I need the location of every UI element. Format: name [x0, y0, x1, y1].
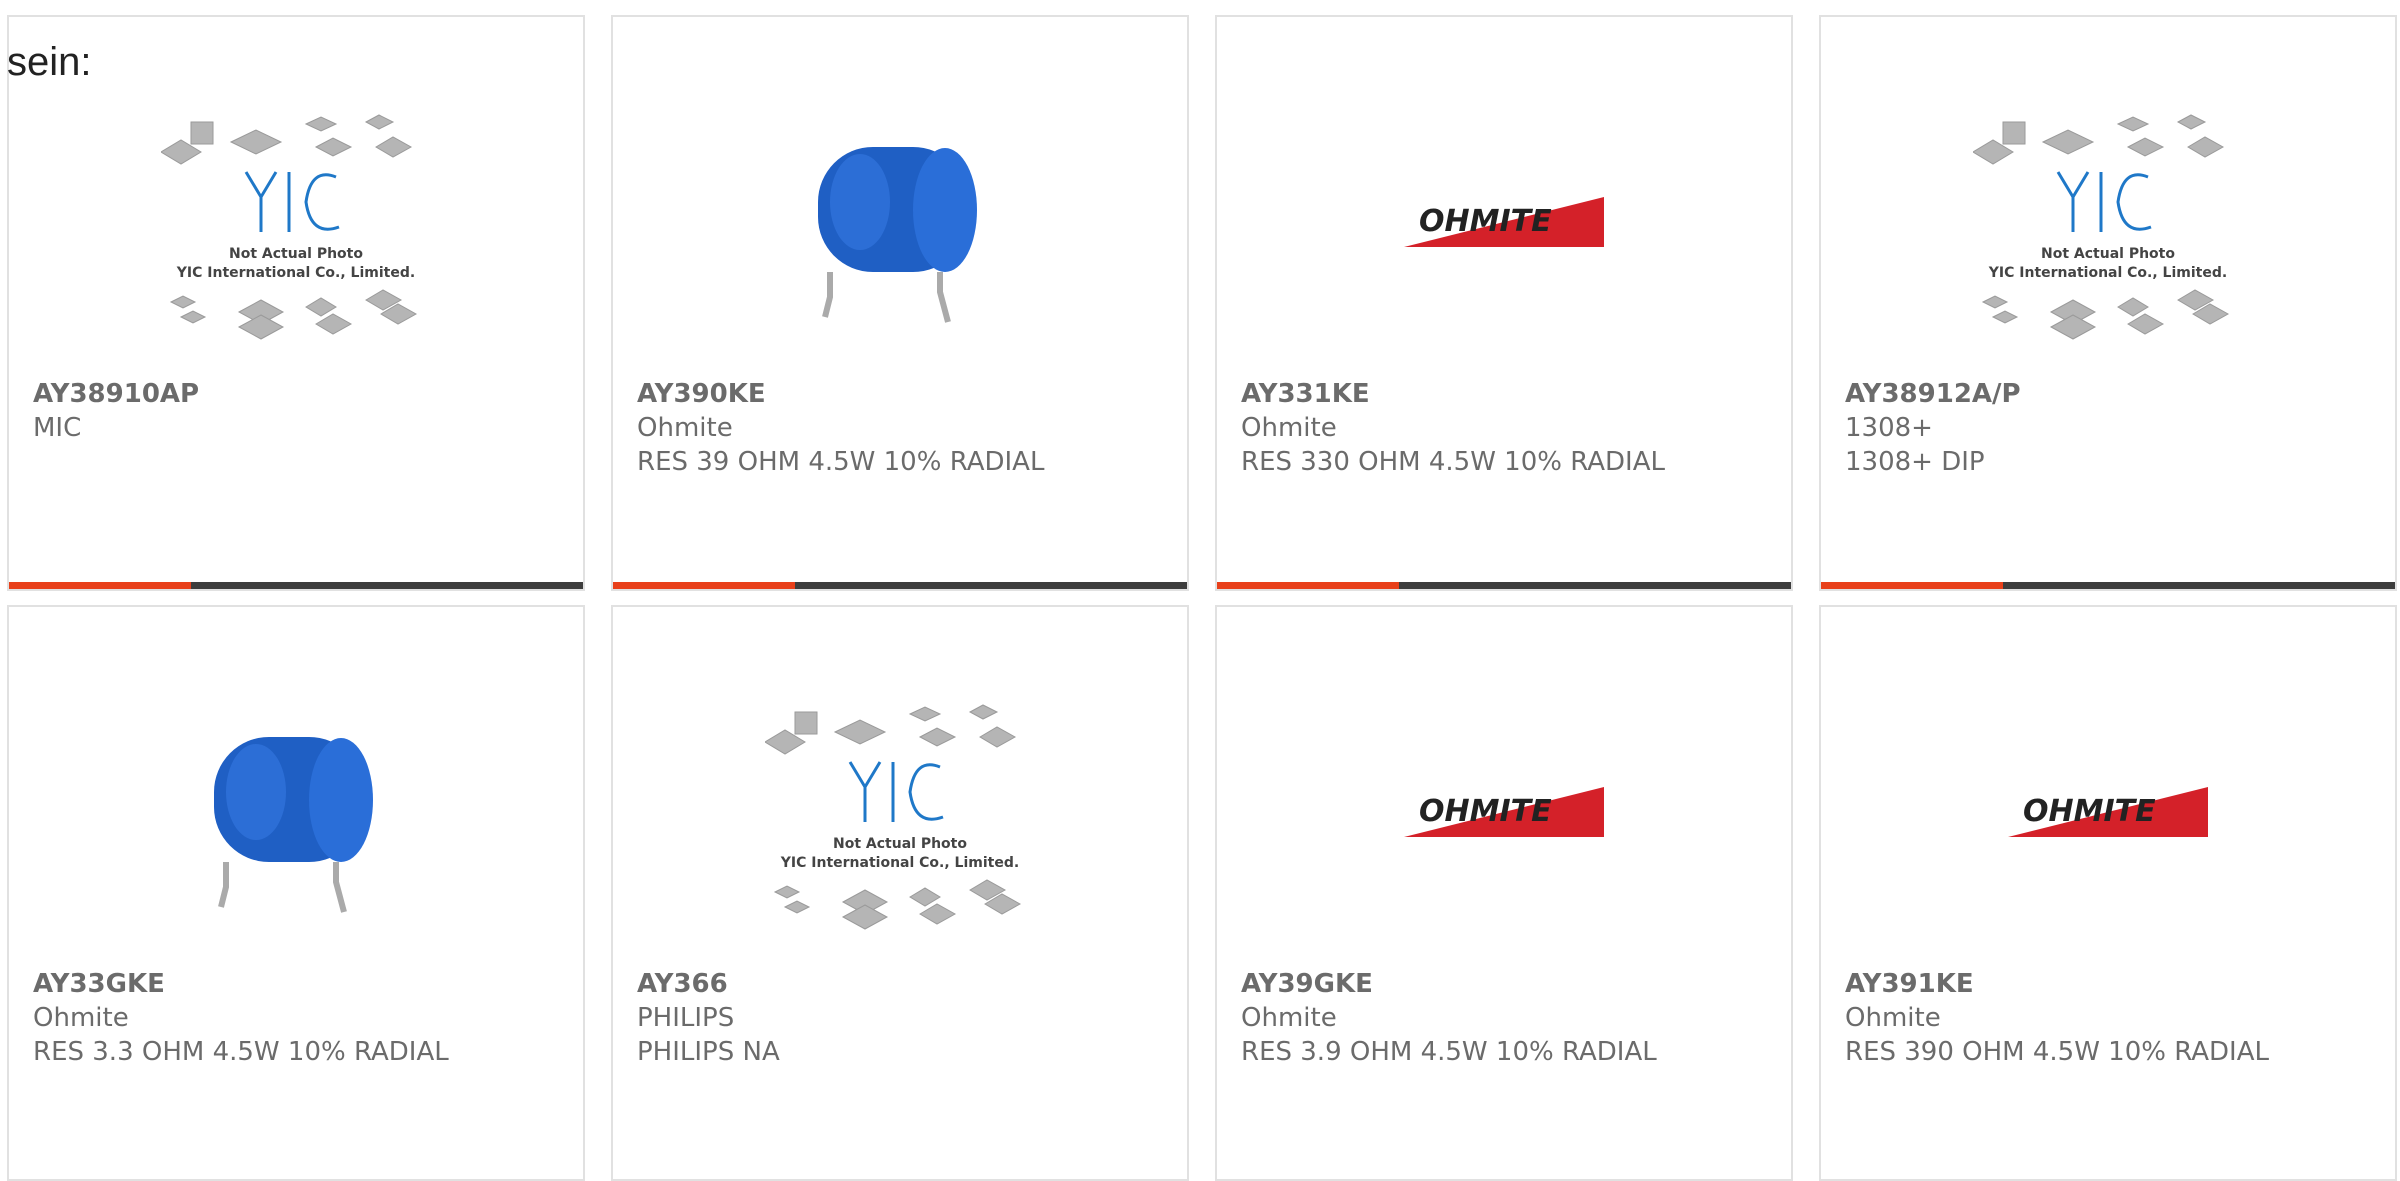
manufacturer: Ohmite: [1241, 413, 1337, 443]
card-accent-bar: [613, 582, 1187, 589]
part-number[interactable]: AY39GKE: [1241, 967, 1771, 1001]
manufacturer: Ohmite: [1241, 1003, 1337, 1033]
product-info: AY38912A/P 1308+ 1308+ DIP: [1845, 377, 2375, 479]
part-number[interactable]: AY366: [637, 967, 1167, 1001]
description: RES 3.3 OHM 4.5W 10% RADIAL: [33, 1037, 449, 1067]
manufacturer: 1308+: [1845, 413, 1933, 443]
product-image[interactable]: OHMITE: [1217, 87, 1791, 367]
product-card[interactable]: OHMITE AY391KE Ohmite RES 390 OHM 4.5W 10%…: [1819, 605, 2397, 1181]
manufacturer: Ohmite: [1845, 1003, 1941, 1033]
part-number[interactable]: AY390KE: [637, 377, 1167, 411]
part-number[interactable]: AY38912A/P: [1845, 377, 2375, 411]
description: PHILIPS NA: [637, 1037, 780, 1067]
product-info: AY39GKE Ohmite RES 3.9 OHM 4.5W 10% RADIAL: [1241, 967, 1771, 1069]
product-info: AY366 PHILIPS PHILIPS NA: [637, 967, 1167, 1069]
ohmite-logo-image: OHMITE: [1404, 197, 1604, 247]
svg-text:OHMITE: OHMITE: [2023, 794, 2156, 829]
not-actual-photo-image: Not Actual Photo YIC International Co., …: [161, 114, 418, 340]
description: 1308+ DIP: [1845, 447, 1985, 477]
description: RES 39 OHM 4.5W 10% RADIAL: [637, 447, 1045, 477]
intro-text: sein:: [7, 40, 92, 84]
product-card[interactable]: AY33GKE Ohmite RES 3.3 OHM 4.5W 10% RADIAL: [7, 605, 585, 1181]
product-image[interactable]: Not Actual Photo YIC International Co., …: [9, 87, 583, 367]
manufacturer: Ohmite: [637, 413, 733, 443]
svg-text:YIC International Co., Limited: YIC International Co., Limited.: [1988, 265, 2227, 281]
product-card[interactable]: Not Actual Photo YIC International Co., …: [1819, 15, 2397, 591]
product-card[interactable]: AY390KE Ohmite RES 39 OHM 4.5W 10% RADIAL: [611, 15, 1189, 591]
svg-text:OHMITE: OHMITE: [1419, 204, 1552, 239]
svg-text:OHMITE: OHMITE: [1419, 794, 1552, 829]
product-card[interactable]: OHMITE AY39GKE Ohmite RES 3.9 OHM 4.5W 10%…: [1215, 605, 1793, 1181]
ohmite-logo-image: OHMITE: [2008, 787, 2208, 837]
svg-text:Not Actual Photo: Not Actual Photo: [833, 836, 967, 852]
product-image[interactable]: Not Actual Photo YIC International Co., …: [1821, 87, 2395, 367]
card-accent-bar: [1217, 582, 1791, 589]
svg-text:Not Actual Photo: Not Actual Photo: [229, 246, 363, 262]
product-image[interactable]: [9, 677, 583, 957]
svg-text:YIC International Co., Limited: YIC International Co., Limited.: [176, 265, 415, 281]
product-info: AY391KE Ohmite RES 390 OHM 4.5W 10% RADIAL: [1845, 967, 2375, 1069]
manufacturer: PHILIPS: [637, 1003, 735, 1033]
product-image[interactable]: Not Actual Photo YIC International Co., …: [613, 677, 1187, 957]
card-accent-segment: [1217, 582, 1399, 589]
product-info: AY33GKE Ohmite RES 3.3 OHM 4.5W 10% RADIAL: [33, 967, 563, 1069]
product-image[interactable]: [613, 87, 1187, 367]
part-number[interactable]: AY38910AP: [33, 377, 563, 411]
manufacturer: MIC: [33, 413, 82, 443]
description: RES 3.9 OHM 4.5W 10% RADIAL: [1241, 1037, 1657, 1067]
card-accent-segment: [613, 582, 795, 589]
product-info: AY390KE Ohmite RES 39 OHM 4.5W 10% RADIAL: [637, 377, 1167, 479]
part-number[interactable]: AY331KE: [1241, 377, 1771, 411]
blue-resistor-image: [818, 147, 977, 323]
product-card[interactable]: Not Actual Photo YIC International Co., …: [611, 605, 1189, 1181]
card-accent-bar: [1821, 582, 2395, 589]
product-info: AY38910AP MIC: [33, 377, 563, 445]
ohmite-logo-image: OHMITE: [1404, 787, 1604, 837]
product-image[interactable]: OHMITE: [1217, 677, 1791, 957]
product-info: AY331KE Ohmite RES 330 OHM 4.5W 10% RADIAL: [1241, 377, 1771, 479]
svg-text:YIC International Co., Limited: YIC International Co., Limited.: [780, 855, 1019, 871]
description: RES 390 OHM 4.5W 10% RADIAL: [1845, 1037, 2269, 1067]
description: RES 330 OHM 4.5W 10% RADIAL: [1241, 447, 1665, 477]
card-accent-segment: [1821, 582, 2003, 589]
product-image[interactable]: OHMITE: [1821, 677, 2395, 957]
product-card[interactable]: Not Actual Photo YIC International Co., …: [7, 15, 585, 591]
part-number[interactable]: AY33GKE: [33, 967, 563, 1001]
card-accent-bar: [9, 582, 583, 589]
manufacturer: Ohmite: [33, 1003, 129, 1033]
part-number[interactable]: AY391KE: [1845, 967, 2375, 1001]
not-actual-photo-image: Not Actual Photo YIC International Co., …: [765, 704, 1022, 930]
blue-resistor-image: [214, 737, 373, 913]
not-actual-photo-image: Not Actual Photo YIC International Co., …: [1973, 114, 2230, 340]
product-card[interactable]: OHMITE AY331KE Ohmite RES 330 OHM 4.5W 10%…: [1215, 15, 1793, 591]
svg-text:Not Actual Photo: Not Actual Photo: [2041, 246, 2175, 262]
card-accent-segment: [9, 582, 191, 589]
